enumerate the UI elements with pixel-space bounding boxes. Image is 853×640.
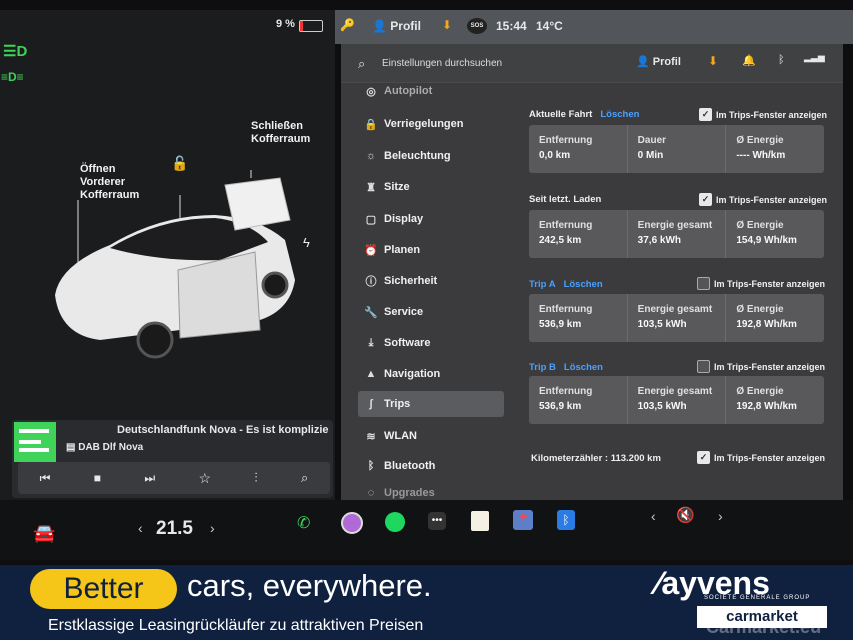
- more-apps-icon[interactable]: •••: [428, 512, 446, 530]
- media-title: Deutschlandfunk Nova - Es ist komplizie: [117, 424, 329, 436]
- nav-item-verriegelungen[interactable]: 🔒 Verriegelungen: [358, 111, 504, 137]
- volume-up-chevron-icon[interactable]: ›: [718, 508, 723, 524]
- previous-icon[interactable]: ⏮: [40, 471, 51, 486]
- cabin-temperature: 21.5: [156, 518, 193, 539]
- search-icon[interactable]: ⌕: [301, 470, 308, 486]
- section-current-trip: Aktuelle Fahrt Löschen: [529, 109, 640, 120]
- bluetooth-app-icon[interactable]: ᛒ: [557, 510, 575, 530]
- better-badge: Better: [30, 569, 177, 609]
- mute-icon[interactable]: 🔇: [676, 506, 695, 524]
- section-trip-a: Trip A Löschen: [529, 279, 603, 290]
- watermark: Carmarket.eu: [706, 617, 822, 637]
- car-illustration: [55, 170, 295, 359]
- spotify-icon[interactable]: [385, 512, 405, 532]
- media-controls: ⏮ ■ ⏭ ☆ ⫶ ⌕: [18, 462, 330, 494]
- checkbox-unchecked[interactable]: [697, 277, 710, 290]
- trip-b-card: Entfernung 536,9 km Energie gesamt 103,5 k…: [529, 376, 824, 424]
- odometer-checkbox[interactable]: ✓ Im Trips-Fenster anzeigen: [697, 451, 825, 464]
- rear-trunk-label[interactable]: Schließen Kofferraum: [251, 120, 310, 146]
- banner-subline: Erstklassige Leasingrückläufer zu attrak…: [48, 617, 424, 634]
- navigation-icon: ▲: [365, 368, 377, 380]
- trips-icon: ʃ: [369, 398, 373, 410]
- equalizer-icon[interactable]: ⫶: [254, 470, 257, 486]
- nav-item-autopilot[interactable]: ◎ Autopilot: [358, 84, 504, 98]
- trip-a-checkbox[interactable]: Im Trips-Fenster anzeigen: [697, 277, 825, 290]
- steering-icon: ◎: [366, 85, 376, 98]
- media-station: ▤ DAB Dlf Nova: [66, 442, 144, 453]
- search-input[interactable]: Einstellungen durchsuchen: [382, 58, 502, 69]
- volume-down-chevron-icon[interactable]: ‹: [651, 508, 656, 524]
- battery-percent: 9 %: [276, 18, 295, 30]
- nav-item-display[interactable]: ▢ Display: [358, 206, 504, 232]
- nav-item-wlan[interactable]: ≋ WLAN: [358, 423, 504, 449]
- nav-item-navigation[interactable]: ▲ Navigation: [358, 361, 504, 387]
- since-charge-checkbox[interactable]: ✓ Im Trips-Fenster anzeigen: [699, 193, 827, 206]
- reset-current-link[interactable]: Löschen: [600, 109, 639, 120]
- checkbox-checked[interactable]: ✓: [699, 193, 712, 206]
- seat-icon: ♜: [366, 181, 376, 194]
- section-since-charge: Seit letzt. Laden: [529, 194, 602, 205]
- nav-item-beleuchtung[interactable]: ☼ Beleuchtung: [358, 143, 504, 169]
- sun-icon: ☼: [365, 150, 377, 162]
- download-icon: ⤓: [368, 336, 374, 349]
- next-icon[interactable]: ⏭: [144, 471, 155, 486]
- temp-up-chevron-icon[interactable]: ›: [210, 520, 215, 536]
- nav-item-trips[interactable]: ʃ Trips: [358, 391, 504, 417]
- camera-app-icon[interactable]: [341, 512, 363, 534]
- notes-icon[interactable]: [471, 511, 489, 531]
- phone-icon[interactable]: ✆: [297, 513, 310, 533]
- checkbox-checked[interactable]: ✓: [697, 451, 710, 464]
- odometer: Kilometerzähler : 113.200 km: [531, 453, 661, 464]
- bottom-dock: [0, 500, 853, 560]
- album-art: [14, 422, 56, 462]
- search-icon[interactable]: ⌕: [358, 56, 365, 72]
- maps-icon[interactable]: ✈: [513, 510, 533, 530]
- nav-item-sicherheit[interactable]: ⓘ Sicherheit: [358, 268, 504, 294]
- favorite-icon[interactable]: ☆: [199, 470, 212, 487]
- nav-item-sitze[interactable]: ♜ Sitze: [358, 174, 504, 200]
- status-temperature: 14°C: [536, 19, 563, 33]
- trip-b-checkbox[interactable]: Im Trips-Fenster anzeigen: [697, 360, 825, 373]
- headlight-icon[interactable]: ☰D: [3, 42, 27, 60]
- display-icon: ▢: [365, 213, 377, 226]
- temp-down-chevron-icon[interactable]: ‹: [138, 520, 143, 536]
- search-bar-profile[interactable]: 👤 Profil: [636, 55, 681, 68]
- stop-icon[interactable]: ■: [94, 471, 101, 485]
- lte-signal-icon: ▂▃▅: [804, 52, 825, 62]
- wifi-icon: ≋: [366, 430, 376, 443]
- status-profile[interactable]: 👤 Profil: [372, 19, 421, 33]
- clock-icon: ⏰: [364, 244, 378, 257]
- reset-trip-b-link[interactable]: Löschen: [564, 362, 603, 373]
- fog-light-icon[interactable]: ≡D≡: [1, 70, 24, 84]
- download-icon[interactable]: ⬇: [708, 54, 718, 68]
- banner-headline: cars, everywhere.: [187, 568, 432, 603]
- since-charge-card: Entfernung 242,5 km Energie gesamt 37,6 kW…: [529, 210, 824, 258]
- info-icon: ⓘ: [365, 276, 377, 288]
- nav-item-upgrades[interactable]: ◌ Upgrades: [358, 486, 504, 500]
- car-icon[interactable]: 🚘: [33, 523, 55, 544]
- status-time: 15:44: [496, 19, 527, 33]
- current-trip-card: Entfernung 0,0 km Dauer 0 Min Ø Energie ---…: [529, 125, 824, 173]
- lock-icon: 🔒: [364, 118, 378, 131]
- upgrades-icon: ◌: [367, 487, 375, 499]
- ayvens-subtitle: SOCIETE GENERALE GROUP: [704, 595, 811, 601]
- reset-trip-a-link[interactable]: Löschen: [564, 279, 603, 290]
- key-icon: 🔑: [340, 18, 355, 32]
- checkbox-checked[interactable]: ✓: [699, 108, 712, 121]
- sos-icon[interactable]: SOS: [467, 18, 487, 34]
- trip-a-card: Entfernung 536,9 km Energie gesamt 103,5 k…: [529, 294, 824, 342]
- download-icon[interactable]: ⬇: [442, 18, 452, 32]
- bluetooth-icon[interactable]: ᛒ: [778, 54, 785, 66]
- current-trip-checkbox[interactable]: ✓ Im Trips-Fenster anzeigen: [699, 108, 827, 121]
- nav-item-bluetooth[interactable]: ᛒ Bluetooth: [358, 453, 504, 479]
- section-trip-b: Trip B Löschen: [529, 362, 603, 373]
- checkbox-unchecked[interactable]: [697, 360, 710, 373]
- nav-item-planen[interactable]: ⏰ Planen: [358, 237, 504, 263]
- battery-icon: [299, 20, 323, 32]
- nav-item-software[interactable]: ⤓ Software: [358, 330, 504, 356]
- bell-icon[interactable]: 🔔: [742, 54, 756, 67]
- bluetooth-icon: ᛒ: [367, 460, 375, 472]
- wrench-icon: 🔧: [364, 306, 378, 319]
- nav-item-service[interactable]: 🔧 Service: [358, 299, 504, 325]
